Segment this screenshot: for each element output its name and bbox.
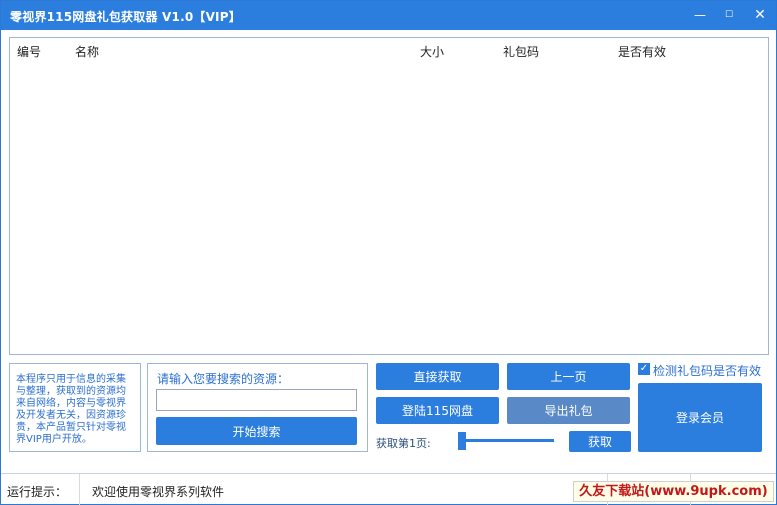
close-icon[interactable]: ✕ bbox=[749, 5, 771, 25]
search-panel: 请输入您要搜索的资源： 开始搜索 bbox=[147, 363, 368, 452]
disclaimer-notice: 本程序只用于信息的采集与整理，获取到的资源均来自网络，内容与零视界及开发者无关，… bbox=[9, 363, 141, 452]
column-header-size[interactable]: 大小 bbox=[420, 43, 444, 60]
check-validity-label[interactable]: 检测礼包码是否有效 bbox=[653, 362, 761, 379]
page-slider-handle[interactable] bbox=[458, 432, 466, 450]
column-header-name[interactable]: 名称 bbox=[75, 43, 99, 60]
status-cell-label: 运行提示： bbox=[1, 474, 80, 505]
title-bar[interactable]: 零视界115网盘礼包获取器 V1.0【VIP】 — ☐ ✕ bbox=[1, 1, 776, 30]
status-cell-message: 欢迎使用零视界系列软件 bbox=[80, 474, 608, 505]
search-label: 请输入您要搜索的资源： bbox=[157, 372, 290, 386]
checkmark-icon[interactable]: ✓ bbox=[638, 363, 650, 375]
app-window: 零视界115网盘礼包获取器 V1.0【VIP】 — ☐ ✕ 编号 名称 大小 礼… bbox=[0, 0, 777, 505]
start-search-button[interactable]: 开始搜索 bbox=[156, 417, 357, 445]
search-input[interactable] bbox=[156, 389, 357, 411]
prev-page-button[interactable]: 上一页 bbox=[507, 363, 630, 390]
login-member-button[interactable]: 登录会员 bbox=[638, 383, 762, 452]
page-label: 获取第1页: bbox=[376, 437, 431, 450]
disclaimer-text: 本程序只用于信息的采集与整理，获取到的资源均来自网络，内容与零视界及开发者无关，… bbox=[16, 374, 126, 445]
status-message: 欢迎使用零视界系列软件 bbox=[92, 485, 225, 499]
window-title: 零视界115网盘礼包获取器 V1.0【VIP】 bbox=[10, 10, 241, 24]
watermark: 久友下载站(www.9upk.com) bbox=[573, 481, 774, 502]
page-slider-track[interactable] bbox=[458, 439, 554, 442]
column-header-id[interactable]: 编号 bbox=[17, 43, 41, 60]
minimize-icon[interactable]: — bbox=[689, 5, 711, 25]
login-115-button[interactable]: 登陆115网盘 bbox=[376, 397, 499, 424]
maximize-icon[interactable]: ☐ bbox=[718, 5, 740, 25]
results-list[interactable]: 编号 名称 大小 礼包码 是否有效 bbox=[9, 37, 769, 355]
fetch-button[interactable]: 获取 bbox=[569, 431, 631, 452]
direct-fetch-button[interactable]: 直接获取 bbox=[376, 363, 499, 390]
export-gift-button[interactable]: 导出礼包 bbox=[507, 397, 630, 424]
column-header-gift-code[interactable]: 礼包码 bbox=[503, 43, 539, 60]
status-label: 运行提示： bbox=[7, 485, 68, 499]
column-header-valid[interactable]: 是否有效 bbox=[618, 43, 666, 60]
